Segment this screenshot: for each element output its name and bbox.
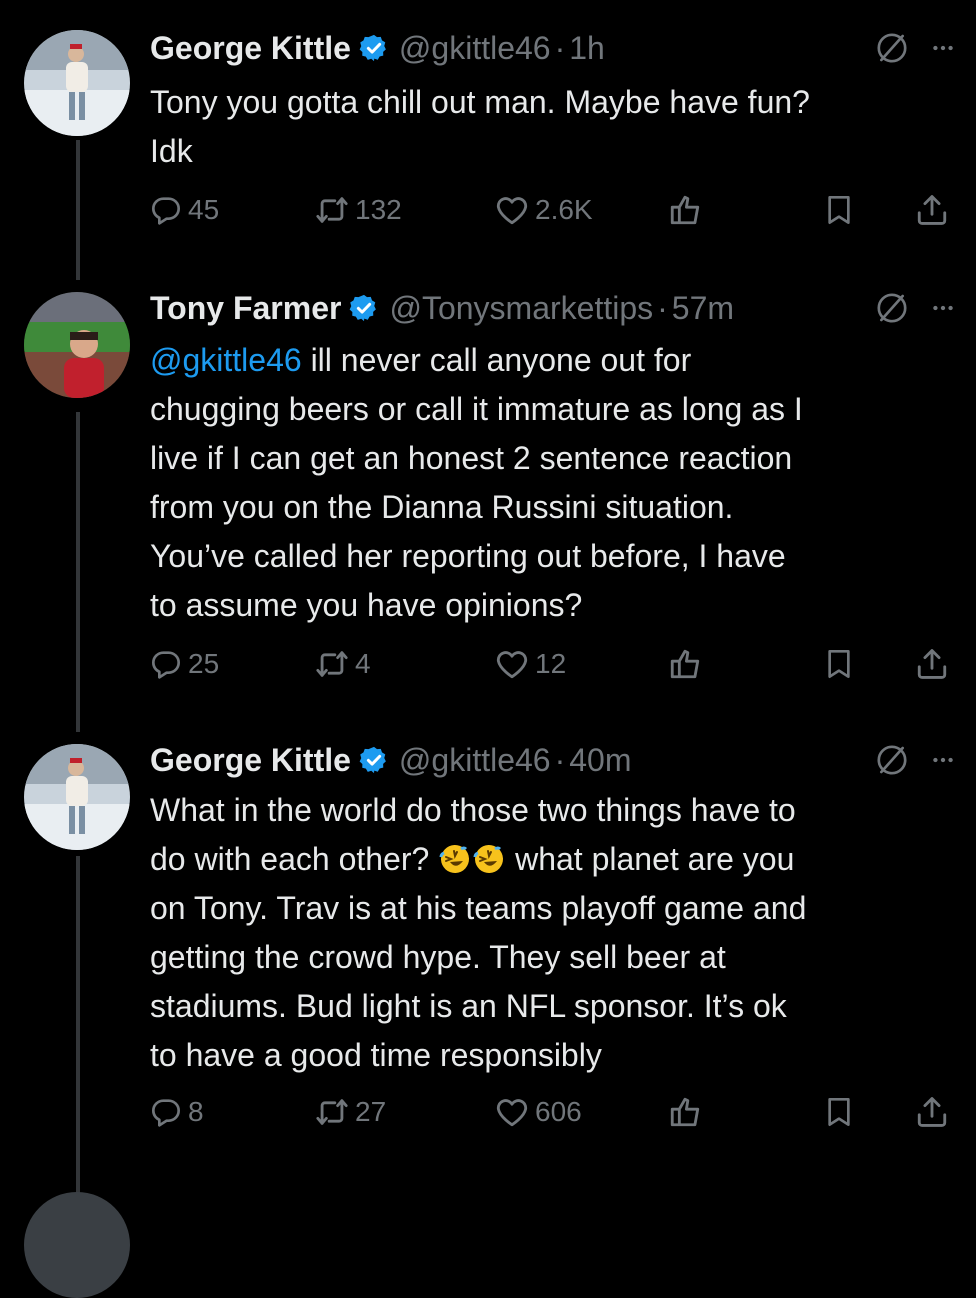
bookmark-icon (823, 1096, 855, 1128)
reply-icon (150, 1096, 182, 1128)
avatar[interactable] (24, 1192, 130, 1298)
action-bar: 45 132 2.6K (150, 190, 950, 230)
tweet[interactable]: Tony Farmer @Tonysmarkettips · 57m @gkit… (0, 280, 976, 710)
action-bar: 8 27 606 (150, 1092, 950, 1132)
timestamp[interactable]: 1h (569, 30, 605, 67)
tweet-text-line: chugging beers or call it immature as lo… (150, 391, 803, 427)
bookmark-button[interactable] (823, 190, 855, 230)
retweet-count: 132 (355, 194, 402, 225)
verified-badge-icon (359, 33, 389, 63)
reply-icon (150, 194, 182, 226)
tweet-text-line: stadiums. Bud light is an NFL sponsor. I… (150, 988, 787, 1024)
tweet-text-segment: what planet are you (506, 841, 795, 877)
avatar[interactable] (24, 30, 130, 136)
analytics-icon (668, 1095, 702, 1129)
tweet-text-line: Idk (150, 133, 193, 169)
display-name[interactable]: George Kittle (150, 30, 351, 67)
tweet-text-line: Tony you gotta chill out man. Maybe have… (150, 84, 810, 120)
user-handle[interactable]: @Tonysmarkettips (389, 290, 653, 327)
tweet-text: @gkittle46 ill never call anyone out for… (150, 336, 936, 630)
bookmark-button[interactable] (823, 644, 855, 684)
share-icon (915, 193, 949, 227)
tweet-text-line: live if I can get an honest 2 sentence r… (150, 440, 793, 476)
analytics-button[interactable] (668, 1092, 702, 1132)
share-button[interactable] (915, 1092, 949, 1132)
retweet-icon (315, 193, 349, 227)
like-count: 12 (535, 648, 567, 679)
tweet-text-line: You’ve called her reporting out before, … (150, 538, 786, 574)
tweet-text-line: What in the world do those two things ha… (150, 792, 796, 828)
heart-icon (495, 1095, 529, 1129)
rolling-on-floor-laughing-emoji (439, 843, 471, 875)
action-bar: 25 4 12 (150, 644, 950, 684)
share-icon (915, 1095, 949, 1129)
like-count: 2.6K (535, 194, 593, 225)
retweet-button[interactable]: 27 (315, 1092, 386, 1132)
separator-dot: · (554, 29, 566, 66)
separator-dot: · (657, 289, 668, 326)
bookmark-icon (823, 194, 855, 226)
avatar[interactable] (24, 744, 130, 850)
tweet-text-line: do with each other? what planet are you (150, 835, 936, 884)
share-icon (915, 647, 949, 681)
retweet-icon (315, 647, 349, 681)
reply-count: 25 (188, 648, 220, 679)
analytics-icon (668, 193, 702, 227)
reply-count: 8 (188, 1096, 204, 1127)
heart-icon (495, 193, 529, 227)
user-handle[interactable]: @gkittle46 (399, 742, 551, 779)
share-button[interactable] (915, 644, 949, 684)
retweet-count: 4 (355, 648, 371, 679)
display-name[interactable]: Tony Farmer (150, 290, 341, 327)
tweet-text-line: on Tony. Trav is at his teams playoff ga… (150, 890, 807, 926)
like-button[interactable]: 12 (495, 644, 566, 684)
verified-badge-icon (359, 745, 389, 775)
like-button[interactable]: 606 (495, 1092, 582, 1132)
retweet-button[interactable]: 4 (315, 644, 371, 684)
timestamp[interactable]: 40m (569, 742, 631, 779)
like-count: 606 (535, 1096, 582, 1127)
avatar[interactable] (24, 292, 130, 398)
separator-dot: · (554, 741, 566, 778)
tweet-text-line: @gkittle46 ill never call anyone out for (150, 336, 936, 385)
verified-badge-icon (349, 293, 379, 323)
grok-icon[interactable] (876, 744, 908, 776)
retweet-button[interactable]: 132 (315, 190, 402, 230)
share-button[interactable] (915, 190, 949, 230)
grok-icon[interactable] (876, 32, 908, 64)
bookmark-icon (823, 648, 855, 680)
tweet-text-line: from you on the Dianna Russini situation… (150, 489, 734, 525)
tweet[interactable]: George Kittle @gkittle46 · 40m What in t… (0, 720, 976, 1190)
display-name[interactable]: George Kittle (150, 742, 351, 779)
reply-button[interactable]: 45 (150, 190, 219, 230)
tweet-text-segment: do with each other? (150, 841, 430, 877)
reply-button[interactable]: 25 (150, 644, 219, 684)
rolling-on-floor-laughing-emoji (473, 843, 505, 875)
grok-icon[interactable] (876, 292, 908, 324)
reply-icon (150, 648, 182, 680)
retweet-icon (315, 1095, 349, 1129)
user-handle[interactable]: @gkittle46 (399, 30, 551, 67)
more-icon[interactable] (930, 35, 956, 61)
bookmark-button[interactable] (823, 1092, 855, 1132)
more-icon[interactable] (930, 747, 956, 773)
mention-link[interactable]: @gkittle46 (150, 342, 302, 378)
analytics-button[interactable] (668, 644, 702, 684)
analytics-button[interactable] (668, 190, 702, 230)
tweet[interactable]: George Kittle @gkittle46 · 1h Tony you g… (0, 0, 976, 270)
timestamp[interactable]: 57m (672, 290, 734, 327)
reply-button[interactable]: 8 (150, 1092, 204, 1132)
retweet-count: 27 (355, 1096, 387, 1127)
like-button[interactable]: 2.6K (495, 190, 593, 230)
tweet-text-segment: ill never call anyone out for (301, 342, 692, 378)
heart-icon (495, 647, 529, 681)
more-icon[interactable] (930, 295, 956, 321)
tweet-text-line: to have a good time responsibly (150, 1037, 602, 1073)
reply-count: 45 (188, 194, 220, 225)
analytics-icon (668, 647, 702, 681)
tweet-text-line: getting the crowd hype. They sell beer a… (150, 939, 726, 975)
tweet-text: Tony you gotta chill out man. Maybe have… (150, 78, 936, 176)
tweet-text-line: to assume you have opinions? (150, 587, 583, 623)
tweet-text: What in the world do those two things ha… (150, 786, 936, 1080)
